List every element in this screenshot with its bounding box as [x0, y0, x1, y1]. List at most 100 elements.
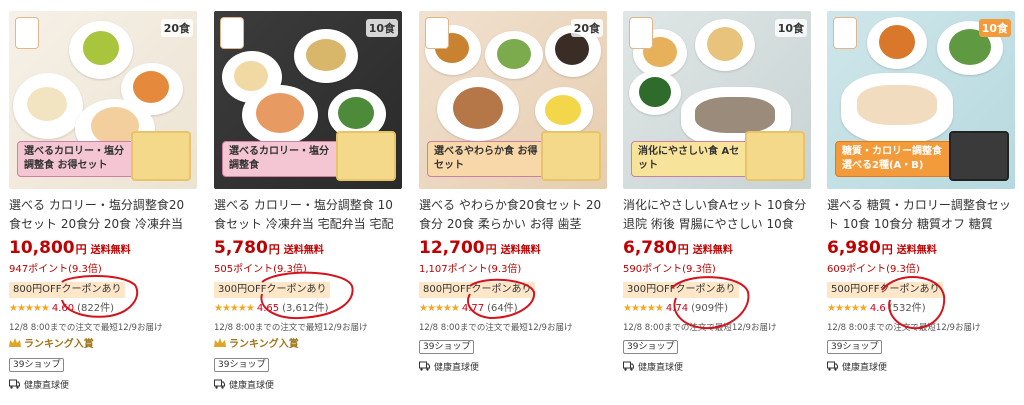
rating[interactable]: ★★★★★ 4.6 (532件): [827, 302, 1015, 316]
meal-count-tag: 10食: [774, 19, 807, 37]
review-count[interactable]: (64件): [487, 303, 518, 314]
brand-logo-icon: [425, 17, 449, 49]
health-delivery-label: 健康直球便: [638, 363, 684, 373]
rating-score: 4.77: [461, 303, 485, 314]
shop-badge: 39ショップ: [419, 340, 475, 354]
product-banner: 選べるカロリー・塩分調整食 お得セット: [17, 141, 139, 177]
food: [83, 31, 119, 65]
rating-score: 4.65: [256, 303, 280, 314]
delivery-info: 12/8 8:00までの注文で最短12/9お届け: [9, 323, 163, 333]
price: 6,980: [827, 238, 881, 258]
product-card[interactable]: 20食 選べるカロリー・塩分調整食 お得セット 選べる カロリー・塩分調整食20…: [9, 0, 197, 405]
rating[interactable]: ★★★★★ 4.74 (909件): [623, 302, 811, 316]
health-delivery-label: 健康直球便: [229, 381, 275, 391]
points: 609ポイント(9.3倍): [827, 264, 920, 275]
food: [234, 61, 268, 91]
meal-tray: [336, 131, 396, 181]
product-card[interactable]: 10食 選べるカロリー・塩分調整食 選べる カロリー・塩分調整食 10食セット …: [214, 0, 402, 405]
product-title[interactable]: 選べる カロリー・塩分調整食20食セット 20食分 20食 冷凍弁当 宅…: [9, 196, 195, 234]
product-image[interactable]: 10食 選べるカロリー・塩分調整食: [214, 11, 402, 189]
free-shipping-label: 送料無料: [500, 245, 541, 256]
delivery-info: 12/8 8:00までの注文で最短12/9お届け: [827, 323, 981, 333]
meal-count-tag: 20食: [570, 19, 603, 37]
currency: 円: [268, 243, 280, 256]
rating-score: 4.60: [51, 303, 75, 314]
product-image[interactable]: 10食 糖質・カロリー調整食 選べる2種(A・B): [827, 11, 1015, 189]
price-line: 10,800円 送料無料: [9, 238, 197, 262]
coupon-badge[interactable]: 300円OFFクーポンあり: [623, 282, 740, 298]
currency: 円: [75, 243, 87, 256]
review-count[interactable]: (532件): [889, 303, 926, 314]
star-rating-icon: ★★★★★: [214, 303, 255, 314]
rating-score: 4.6: [869, 303, 886, 314]
shop-badge: 39ショップ: [827, 340, 883, 354]
product-card[interactable]: 10食 消化にやさしい食 Aセット 消化にやさしい食Aセット 10食分 退院 術…: [623, 0, 811, 405]
product-card[interactable]: 20食 選べるやわらか食 お得セット 選べる やわらか食20食セット 20食分 …: [419, 0, 607, 405]
star-rating-icon: ★★★★★: [419, 303, 460, 314]
product-title[interactable]: 選べる カロリー・塩分調整食 10食セット 冷凍弁当 宅配弁当 宅配 …: [214, 196, 400, 234]
points: 947ポイント(9.3倍): [9, 264, 102, 275]
review-count[interactable]: (3,612件): [282, 303, 328, 314]
brand-logo-icon: [833, 17, 857, 49]
currency: 円: [881, 243, 893, 256]
delivery-info: 12/8 8:00までの注文で最短12/9お届け: [214, 323, 368, 333]
product-title[interactable]: 選べる やわらか食20食セット 20食分 20食 柔らかい お得 歯茎と…: [419, 196, 605, 234]
food: [695, 97, 775, 133]
ranking-label: ランキング入賞: [229, 339, 299, 350]
meal-tray: [131, 131, 191, 181]
food: [27, 87, 67, 121]
review-count[interactable]: (909件): [691, 303, 728, 314]
coupon-badge[interactable]: 300円OFFクーポンあり: [214, 282, 331, 298]
crown-icon: [9, 338, 21, 347]
free-shipping-label: 送料無料: [90, 245, 131, 256]
free-shipping-label: 送料無料: [283, 245, 324, 256]
price-line: 6,980円 送料無料: [827, 238, 1015, 262]
meal-tray: [541, 131, 601, 181]
ranking-badge: ランキング入賞: [9, 338, 197, 352]
product-title[interactable]: 消化にやさしい食Aセット 10食分 退院 術後 胃腸にやさしい 10食 …: [623, 196, 809, 234]
meal-count-tag: 10食: [978, 19, 1011, 37]
product-title[interactable]: 選べる 糖質・カロリー調整食セット 10食 10食分 糖質オフ 糖質カ…: [827, 196, 1013, 234]
meal-count-tag: 10食: [365, 19, 398, 37]
health-delivery: 健康直球便: [623, 361, 811, 374]
price: 6,780: [623, 238, 677, 258]
product-image[interactable]: 20食 選べるカロリー・塩分調整食 お得セット: [9, 11, 197, 189]
product-image[interactable]: 20食 選べるやわらか食 お得セット: [419, 11, 607, 189]
price: 10,800: [9, 238, 75, 258]
review-count[interactable]: (822件): [77, 303, 114, 314]
points: 590ポイント(9.3倍): [623, 264, 716, 275]
coupon-badge[interactable]: 500円OFFクーポンあり: [827, 282, 944, 298]
truck-icon: [419, 361, 430, 371]
product-image[interactable]: 10食 消化にやさしい食 Aセット: [623, 11, 811, 189]
food: [256, 93, 304, 133]
product-banner: 選べるカロリー・塩分調整食: [222, 141, 344, 177]
truck-icon: [827, 361, 838, 371]
product-card[interactable]: 10食 糖質・カロリー調整食 選べる2種(A・B) 選べる 糖質・カロリー調整食…: [827, 0, 1015, 405]
rating[interactable]: ★★★★★ 4.65 (3,612件): [214, 302, 402, 316]
food: [639, 77, 671, 107]
coupon-badge[interactable]: 800円OFFクーポンあり: [419, 282, 536, 298]
shop-badge: 39ショップ: [214, 358, 270, 372]
product-banner: 選べるやわらか食 お得セット: [427, 141, 549, 177]
health-delivery: 健康直球便: [214, 379, 402, 392]
shop-badge: 39ショップ: [9, 358, 65, 372]
food: [555, 33, 589, 65]
meal-tray: [745, 131, 805, 181]
delivery-info: 12/8 8:00までの注文で最短12/9お届け: [623, 323, 777, 333]
food: [453, 87, 503, 129]
star-rating-icon: ★★★★★: [827, 303, 868, 314]
star-rating-icon: ★★★★★: [9, 303, 50, 314]
rating[interactable]: ★★★★★ 4.77 (64件): [419, 302, 607, 316]
rating-score: 4.74: [665, 303, 689, 314]
food: [133, 71, 169, 103]
ranking-badge: ランキング入賞: [214, 338, 402, 352]
product-grid: 20食 選べるカロリー・塩分調整食 お得セット 選べる カロリー・塩分調整食20…: [0, 0, 1024, 405]
price-line: 12,700円 送料無料: [419, 238, 607, 262]
food: [497, 39, 531, 69]
health-delivery: 健康直球便: [9, 379, 197, 392]
rating[interactable]: ★★★★★ 4.60 (822件): [9, 302, 197, 316]
coupon-badge[interactable]: 800円OFFクーポンあり: [9, 282, 126, 298]
health-delivery-label: 健康直球便: [842, 363, 888, 373]
crown-icon: [214, 338, 226, 347]
truck-icon: [214, 379, 225, 389]
